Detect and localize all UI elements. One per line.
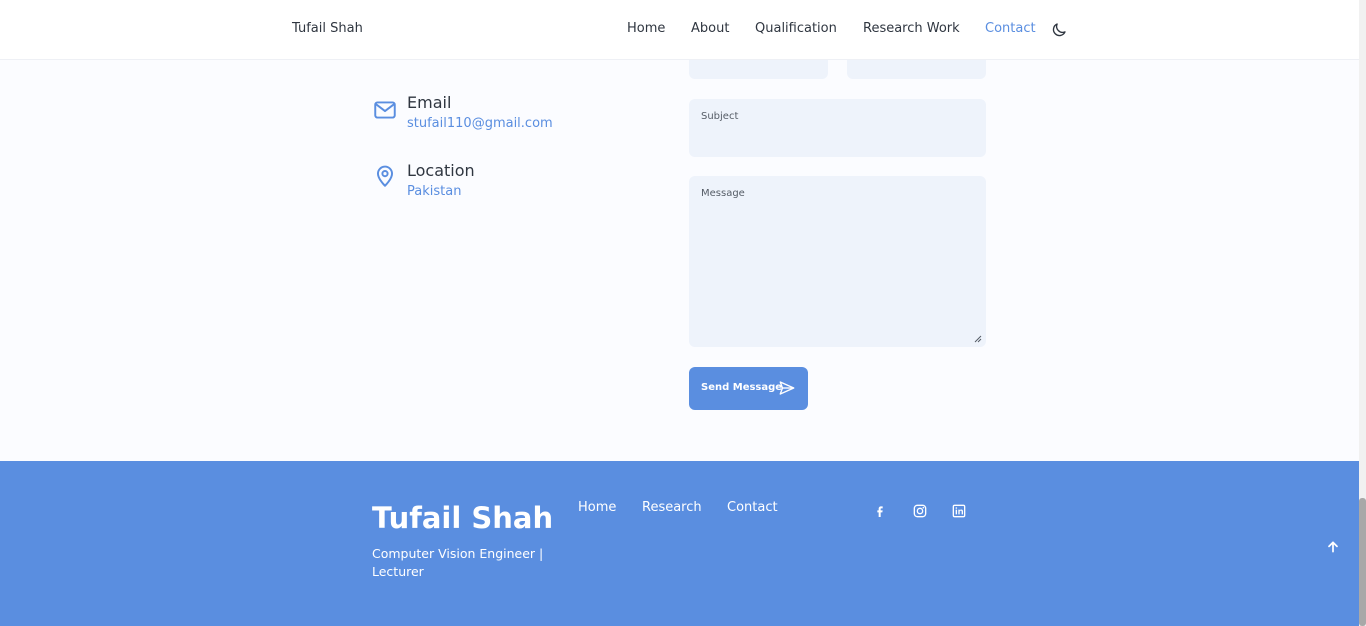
footer-link-research[interactable]: Research	[642, 500, 702, 515]
footer-link-contact[interactable]: Contact	[727, 500, 778, 515]
linkedin-icon[interactable]	[951, 503, 967, 519]
message-label: Message	[701, 188, 745, 199]
map-pin-icon	[376, 165, 394, 187]
mail-icon	[374, 101, 396, 119]
nav-qualification[interactable]: Qualification	[755, 21, 837, 36]
message-field[interactable]: Message	[689, 176, 986, 347]
arrow-up-icon[interactable]	[1325, 539, 1341, 555]
email-link[interactable]: stufail110@gmail.com	[407, 116, 553, 131]
send-message-button[interactable]: Send Message	[689, 367, 808, 410]
email-title: Email	[407, 93, 452, 112]
subject-field[interactable]: Subject	[689, 99, 986, 157]
page-scrollbar[interactable]	[1359, 0, 1366, 626]
footer-subtitle: Computer Vision Engineer | Lecturer	[372, 546, 544, 579]
scrollbar-thumb[interactable]	[1359, 498, 1366, 626]
footer-link-home[interactable]: Home	[578, 500, 616, 515]
nav-about[interactable]: About	[691, 21, 729, 36]
nav-research-work[interactable]: Research Work	[863, 21, 960, 36]
nav-contact[interactable]: Contact	[985, 21, 1036, 36]
location-title: Location	[407, 161, 475, 180]
subject-label: Subject	[701, 111, 739, 122]
resize-handle-icon[interactable]	[972, 333, 982, 343]
send-message-label: Send Message	[701, 382, 783, 393]
moon-icon[interactable]	[1050, 21, 1068, 39]
nav-home[interactable]: Home	[627, 21, 665, 36]
brand-logo[interactable]: Tufail Shah	[292, 21, 363, 36]
footer: Tufail Shah Computer Vision Engineer | L…	[0, 461, 1359, 626]
instagram-icon[interactable]	[912, 503, 928, 519]
send-icon	[779, 381, 795, 395]
footer-title: Tufail Shah	[372, 501, 554, 535]
top-navbar: Tufail Shah Home About Qualification Res…	[0, 0, 1359, 60]
location-value: Pakistan	[407, 184, 462, 199]
facebook-icon[interactable]	[872, 503, 888, 519]
